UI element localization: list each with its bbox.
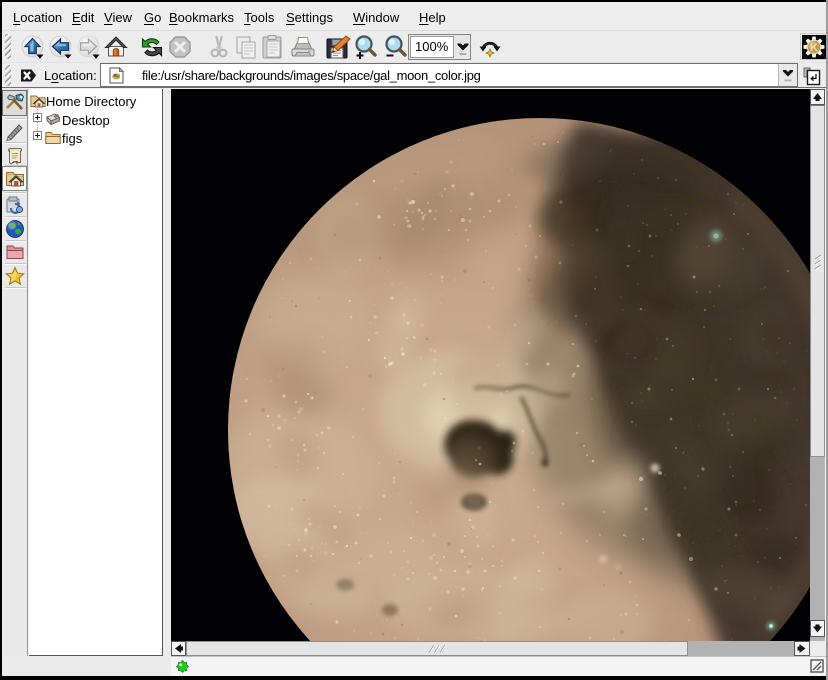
svg-text:K: K (810, 42, 818, 54)
